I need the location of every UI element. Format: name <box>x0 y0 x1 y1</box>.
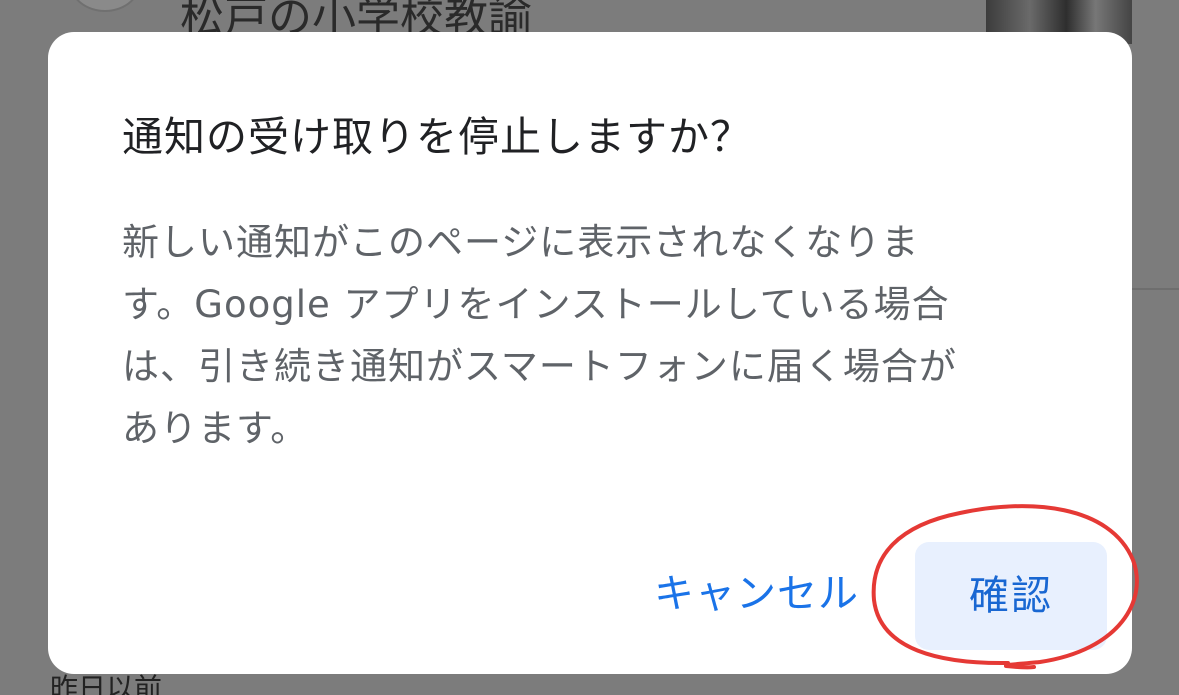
dialog-message-line: あります。 <box>122 407 309 450</box>
confirm-dialog: 通知の受け取りを停止しますか？ 新しい通知がこのページに表示されなくなりま す。… <box>48 32 1132 674</box>
dialog-message-line: 新しい通知がこのページに表示されなくなりま <box>122 221 920 264</box>
dialog-title: 通知の受け取りを停止しますか？ <box>122 113 752 161</box>
confirm-button[interactable]: 確認 <box>915 542 1107 650</box>
avatar <box>70 0 140 12</box>
dialog-message-line: は、引き続き通知がスマートフォンに届く場合が <box>122 345 957 388</box>
cancel-button[interactable]: キャンセル <box>654 566 859 622</box>
dialog-message: 新しい通知がこのページに表示されなくなりま す。Google アプリをインストー… <box>122 212 1062 460</box>
section-label: 昨日以前 <box>50 672 163 695</box>
divider <box>1132 288 1179 290</box>
dialog-message-line: す。Google アプリをインストールしている場合 <box>122 283 950 326</box>
